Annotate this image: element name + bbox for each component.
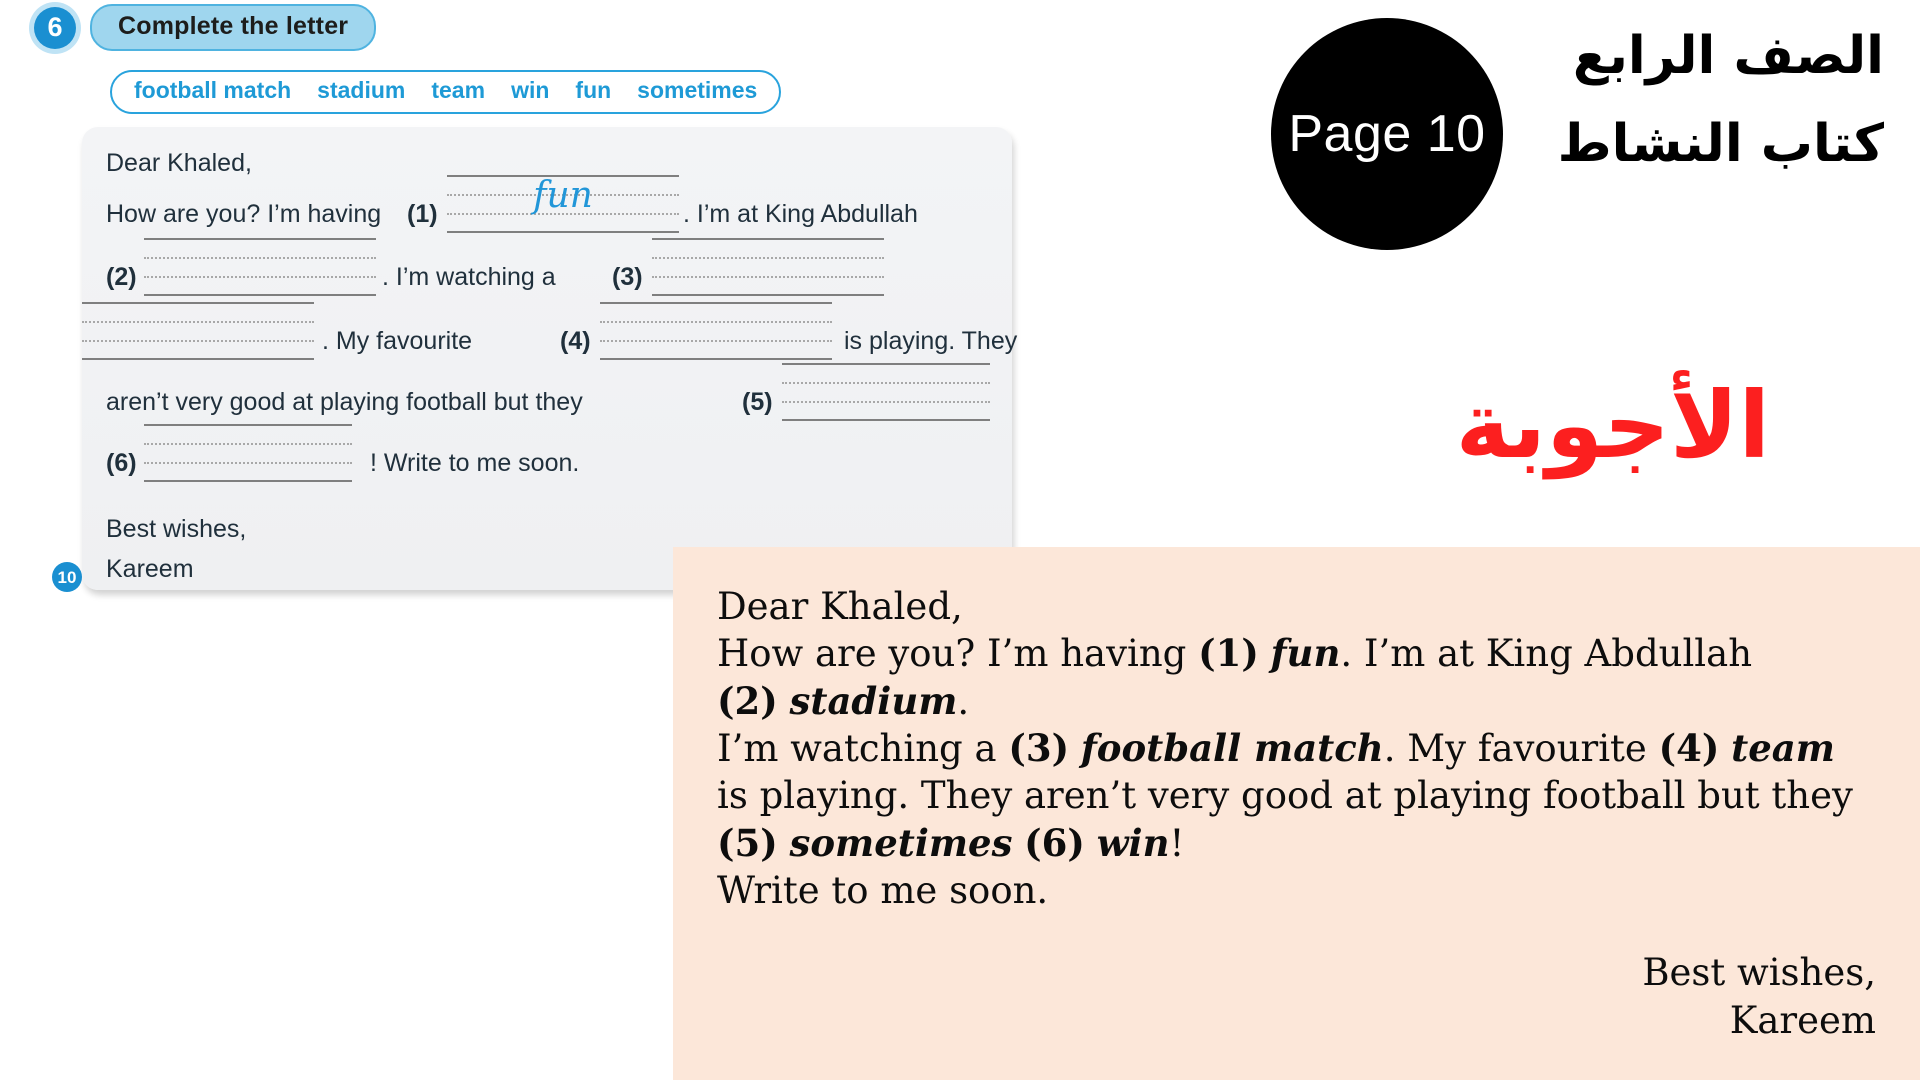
arabic-grade-label: الصف الرابع bbox=[1572, 26, 1884, 86]
answer-closing: Best wishes, Kareem bbox=[717, 949, 1876, 1045]
letter-segment-1: How are you? I’m having bbox=[106, 200, 382, 228]
page-number-marker: 10 bbox=[52, 562, 82, 592]
letter-blank-number-5: (5) bbox=[742, 388, 773, 416]
word-bank-item-fun[interactable]: fun bbox=[575, 77, 611, 104]
exercise-title: Complete the letter bbox=[90, 4, 377, 51]
letter-segment-7: ! Write to me soon. bbox=[370, 449, 580, 477]
answer-num-6: (6) bbox=[1024, 820, 1085, 865]
answer-line-1: How are you? I’m having (1) fun. I’m at … bbox=[717, 630, 1876, 677]
letter-blank-3[interactable] bbox=[652, 238, 884, 296]
letter-blank-6[interactable] bbox=[144, 424, 352, 482]
letter-blank-number-6: (6) bbox=[106, 449, 137, 477]
letter-blank-3-cont[interactable] bbox=[82, 302, 314, 360]
letter-segment-4: . My favourite bbox=[322, 327, 473, 355]
letter-blank-number-2: (2) bbox=[106, 263, 137, 291]
worksheet-area: 6 Complete the letter football match sta… bbox=[0, 0, 1060, 640]
answer-num-2: (2) bbox=[717, 678, 778, 723]
letter-segment-3: . I’m watching a bbox=[382, 263, 556, 291]
letter-blank-number-1: (1) bbox=[407, 200, 438, 228]
answer-text-5b: ! bbox=[1169, 821, 1185, 865]
answer-closing-2: Kareem bbox=[1729, 998, 1876, 1042]
letter-blank-number-3: (3) bbox=[612, 263, 643, 291]
word-bank-item-stadium[interactable]: stadium bbox=[317, 77, 405, 104]
answer-text-4a: I’m watching a bbox=[717, 727, 1009, 771]
answer-text-2a: How are you? I’m having bbox=[717, 632, 1199, 676]
word-bank-item-team[interactable]: team bbox=[431, 77, 485, 104]
answer-line-3: I’m watching a (3) football match. My fa… bbox=[717, 725, 1876, 772]
letter-card: Dear Khaled, How are you? I’m having (1)… bbox=[82, 127, 1017, 590]
page-badge-label: Page 10 bbox=[1288, 105, 1486, 163]
answer-text-2b: . I’m at King Abdullah bbox=[1340, 632, 1753, 676]
answer-text-4b: . My favourite bbox=[1383, 727, 1659, 771]
answer-word-1: fun bbox=[1270, 631, 1341, 676]
letter-closing-2: Kareem bbox=[106, 555, 194, 583]
letter-segment-5: is playing. They bbox=[844, 327, 1018, 355]
answer-line-2: (2) stadium. bbox=[717, 678, 1876, 725]
answer-line-4: is playing. They aren’t very good at pla… bbox=[717, 772, 1876, 867]
answer-word-3: football match bbox=[1080, 726, 1384, 771]
answer-word-5: sometimes bbox=[789, 820, 1013, 865]
answer-num-5: (5) bbox=[717, 820, 778, 865]
letter-answer-1: fun bbox=[533, 175, 593, 216]
exercise-header: 6 Complete the letter bbox=[34, 4, 377, 51]
letter-blank-1[interactable]: fun bbox=[447, 175, 679, 233]
letter-segment-2: . I’m at King Abdullah bbox=[683, 200, 918, 228]
answer-line-salutation: Dear Khaled, bbox=[717, 583, 1876, 630]
page-badge: Page 10 bbox=[1271, 18, 1503, 250]
answer-word-6: win bbox=[1096, 820, 1170, 865]
letter-segment-6: aren’t very good at playing football but… bbox=[106, 388, 583, 416]
letter-blank-number-4: (4) bbox=[560, 327, 591, 355]
word-bank-item-football-match[interactable]: football match bbox=[134, 77, 291, 104]
answer-line-5: Write to me soon. bbox=[717, 867, 1876, 914]
answer-text-6: Write to me soon. bbox=[717, 869, 1049, 913]
arabic-answers-title: الأجوبة bbox=[1455, 372, 1770, 479]
answer-text-3b: . bbox=[957, 679, 970, 723]
word-bank: football match stadium team win fun some… bbox=[110, 70, 782, 114]
answer-num-1: (1) bbox=[1198, 631, 1259, 676]
letter-blank-4[interactable] bbox=[600, 302, 832, 360]
answer-word-2: stadium bbox=[789, 678, 958, 723]
answer-key-panel: Dear Khaled, How are you? I’m having (1)… bbox=[673, 547, 1920, 1080]
letter-salutation: Dear Khaled, bbox=[106, 149, 252, 177]
letter-closing-1: Best wishes, bbox=[106, 515, 247, 543]
word-bank-item-sometimes[interactable]: sometimes bbox=[637, 77, 757, 104]
word-bank-item-win[interactable]: win bbox=[511, 77, 549, 104]
exercise-number-badge: 6 bbox=[34, 6, 76, 49]
letter-blank-2[interactable] bbox=[144, 238, 376, 296]
arabic-book-label: كتاب النشاط bbox=[1557, 114, 1884, 174]
answer-num-3: (3) bbox=[1008, 726, 1070, 771]
answer-word-4: team bbox=[1731, 726, 1835, 771]
answer-num-4: (4) bbox=[1658, 726, 1720, 771]
letter-blank-5[interactable] bbox=[782, 363, 990, 421]
answer-closing-1: Best wishes, bbox=[1642, 950, 1876, 994]
answer-salutation-text: Dear Khaled, bbox=[717, 585, 963, 628]
answer-text-5a: is playing. They aren’t very good at pla… bbox=[717, 774, 1853, 818]
